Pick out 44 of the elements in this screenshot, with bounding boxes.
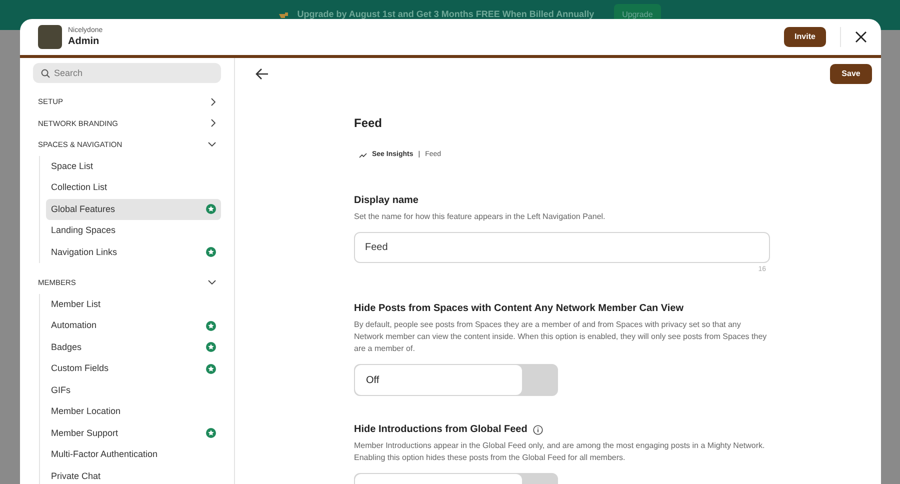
invite-button[interactable]: Invite: [784, 27, 826, 47]
sidebar-item[interactable]: Member Support: [46, 422, 221, 444]
chevron-right-icon: [211, 98, 216, 106]
star-badge-icon: [206, 204, 216, 214]
chevron-right-icon: [211, 119, 216, 128]
admin-title: Admin: [68, 35, 100, 48]
setting-description: Set the name for how this feature appears in the Left Navigation Panel.: [354, 210, 606, 222]
setting-description: Member Introductions appear in the Global Feed only, and are among the most engaging posts in a Mighty Network. Enabling this option hides these posts from the Global Feed for all members.: [354, 440, 766, 464]
sidebar-item[interactable]: GIFs: [46, 380, 221, 401]
star-badge-icon: [206, 342, 216, 352]
sidebar-item[interactable]: Navigation Links: [46, 242, 221, 263]
chevron-down-icon: [208, 280, 216, 286]
page-title: Feed: [354, 115, 384, 132]
sidebar-item[interactable]: Member Location: [46, 401, 221, 422]
banner-text: Upgrade by August 1st and Get 3 Months FREE When Billed Annually: [297, 8, 594, 22]
sidebar-item[interactable]: Member List: [46, 294, 221, 315]
star-badge-icon: [206, 428, 216, 438]
sidebar-item[interactable]: Landing Spaces: [46, 220, 221, 242]
search-icon: [41, 68, 50, 78]
sidebar-item[interactable]: Space List: [46, 156, 221, 177]
network-logo-photo: [38, 25, 62, 49]
back-arrow-icon[interactable]: [255, 68, 269, 80]
sidebar-item[interactable]: Automation: [46, 315, 221, 336]
info-icon[interactable]: [533, 424, 544, 434]
setting-title: Hide Introductions from Global Feed: [354, 423, 528, 437]
sidebar-item[interactable]: Global Features: [46, 198, 221, 220]
display-name-field[interactable]: Feed: [354, 232, 770, 262]
sidebar-item[interactable]: Collection List: [46, 177, 221, 198]
save-button[interactable]: Save: [830, 64, 872, 84]
setting-title: Hide Posts from Spaces with Content Any Network Member Can View: [354, 302, 684, 316]
close-button[interactable]: [853, 29, 869, 45]
toggle-switch[interactable]: Off: [354, 364, 558, 396]
sidebar-item[interactable]: Multi-Factor Authentication: [46, 444, 221, 466]
setting-description: By default, people see posts from Spaces they are a member of and from Spaces with privacy set so that any Network member can view the content inside. When this option is enabled, they will only see posts from Spaces they are a member of.: [354, 319, 768, 355]
star-badge-icon: [206, 364, 216, 374]
sidebar-item[interactable]: Badges: [46, 336, 221, 358]
sidebar-item[interactable]: Custom Fields: [46, 358, 221, 380]
sidebar-item[interactable]: Private Chat: [46, 466, 221, 484]
star-badge-icon: [206, 247, 216, 258]
search-field[interactable]: Search: [33, 63, 221, 83]
star-badge-icon: [206, 320, 216, 331]
setting-title: Display name: [354, 194, 418, 208]
trend-line-icon: [359, 152, 367, 158]
chevron-down-icon: [208, 142, 216, 148]
